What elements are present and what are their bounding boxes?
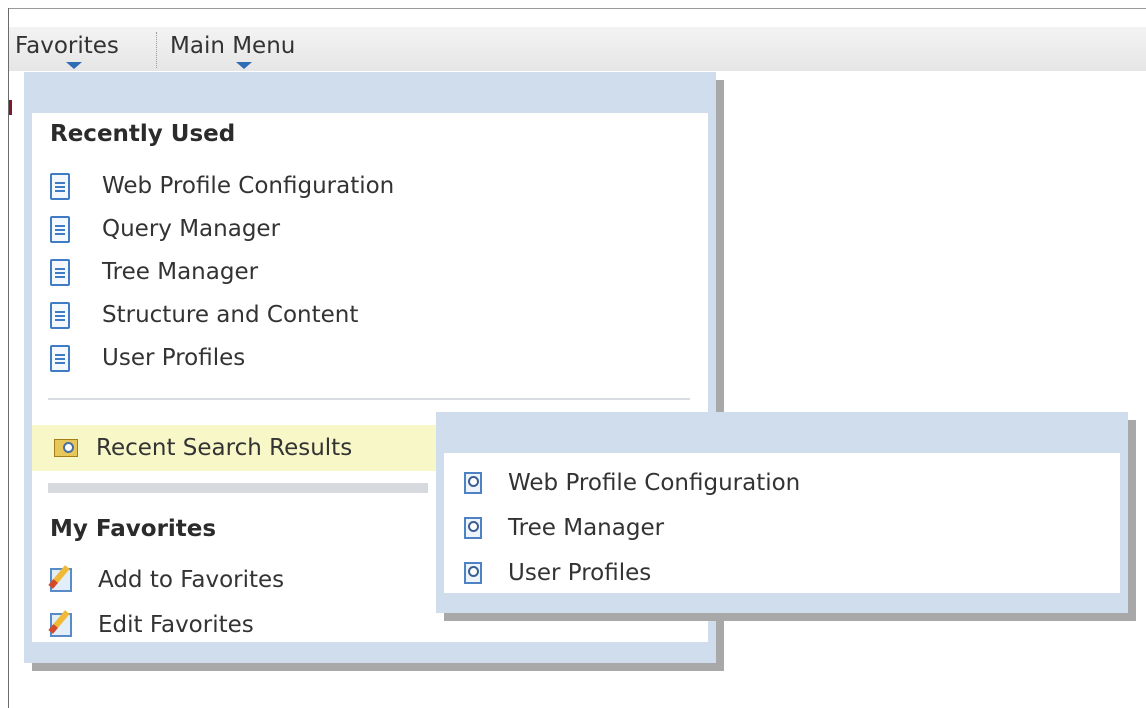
my-favorites-heading: My Favorites xyxy=(50,516,217,542)
document-icon xyxy=(50,344,70,372)
document-icon xyxy=(50,258,70,286)
edit-pencil-icon xyxy=(50,613,72,637)
menu-item-label: Tree Manager xyxy=(102,259,259,285)
menu-item-label: User Profiles xyxy=(508,560,652,586)
search-result-web-profile-configuration[interactable]: Web Profile Configuration xyxy=(464,463,1104,503)
favorites-menu-tab[interactable]: Favorites xyxy=(15,33,119,59)
recent-item-web-profile-configuration[interactable]: Web Profile Configuration xyxy=(50,166,690,206)
menu-item-label: Web Profile Configuration xyxy=(102,173,395,199)
document-icon xyxy=(50,172,70,200)
menu-separator xyxy=(156,32,157,68)
main-menu-dropdown-arrow-icon[interactable] xyxy=(236,62,252,69)
recent-item-user-profiles[interactable]: User Profiles xyxy=(50,338,690,378)
search-document-icon xyxy=(464,562,482,584)
search-result-tree-manager[interactable]: Tree Manager xyxy=(464,508,1104,548)
folder-search-icon xyxy=(54,439,78,457)
menu-item-label: User Profiles xyxy=(102,345,246,371)
recent-search-results-item[interactable]: Recent Search Results xyxy=(32,425,442,471)
menu-item-label: Tree Manager xyxy=(508,515,665,541)
menu-item-label: Edit Favorites xyxy=(98,612,254,638)
recent-item-tree-manager[interactable]: Tree Manager xyxy=(50,252,690,292)
menu-item-label: Web Profile Configuration xyxy=(508,470,801,496)
recent-item-structure-and-content[interactable]: Structure and Content xyxy=(50,295,690,335)
recently-used-heading: Recently Used xyxy=(50,121,236,147)
section-divider xyxy=(48,398,690,400)
search-result-user-profiles[interactable]: User Profiles xyxy=(464,553,1104,593)
recent-search-submenu-body: Web Profile Configuration Tree Manager U… xyxy=(444,453,1120,593)
menu-item-label: Query Manager xyxy=(102,216,281,242)
search-document-icon xyxy=(464,517,482,539)
recent-item-query-manager[interactable]: Query Manager xyxy=(50,209,690,249)
main-menu-tab[interactable]: Main Menu xyxy=(170,33,295,59)
recent-search-results-label: Recent Search Results xyxy=(96,435,353,461)
document-icon xyxy=(50,215,70,243)
edit-pencil-icon xyxy=(50,568,72,592)
menu-item-label: Structure and Content xyxy=(102,302,359,328)
menu-item-label: Add to Favorites xyxy=(98,567,285,593)
section-divider xyxy=(48,483,428,493)
window-top-border xyxy=(8,8,1146,9)
document-icon xyxy=(50,301,70,329)
page-edge-marker xyxy=(9,100,12,115)
favorites-dropdown-arrow-icon[interactable] xyxy=(66,62,82,69)
recent-search-submenu: Web Profile Configuration Tree Manager U… xyxy=(436,412,1128,613)
search-document-icon xyxy=(464,472,482,494)
